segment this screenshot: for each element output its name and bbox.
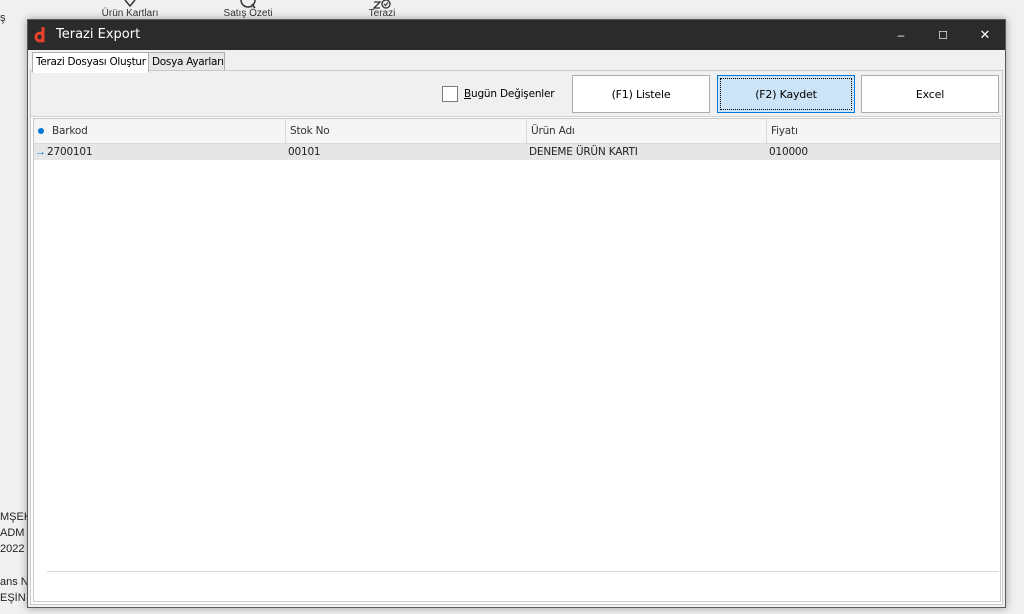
listele-button[interactable]: (F1) Listele <box>572 75 710 113</box>
app-logo-icon <box>34 26 48 43</box>
window-title: Terazi Export <box>56 27 141 42</box>
background-text-fragment: EŞİN - <box>0 592 28 604</box>
background-text-fragment: ADM <box>0 527 25 539</box>
background-text-fragment: 2022 <box>0 543 25 555</box>
checkbox-label-text: ugün Değişenler <box>471 88 555 100</box>
maximize-button[interactable]: ☐ <box>922 20 964 50</box>
terazi-export-window: Terazi Export – ☐ ✕ Terazi Dosyası Oluşt… <box>27 19 1006 608</box>
tab-dosya-ayarlari[interactable]: Dosya Ayarları <box>148 52 225 72</box>
cell-urun-adi[interactable]: DENEME ÜRÜN KARTI <box>527 144 769 160</box>
minimize-button[interactable]: – <box>880 20 922 50</box>
close-button[interactable]: ✕ <box>964 20 1006 50</box>
action-toolbar: Bugün Değişenler (F1) Listele (F2) Kayde… <box>31 71 1002 117</box>
title-bar[interactable]: Terazi Export – ☐ ✕ <box>28 20 1005 50</box>
tab-terazi-dosyasi-olustur[interactable]: Terazi Dosyası Oluştur <box>32 52 149 73</box>
cell-barkod[interactable]: 2700101 <box>45 144 287 160</box>
column-header-stok-no[interactable]: Stok No <box>286 119 527 143</box>
maximize-icon: ☐ <box>938 29 948 42</box>
bugun-degisenler-checkbox[interactable]: Bugün Değişenler <box>442 86 555 102</box>
minimize-icon: – <box>897 28 905 42</box>
cell-fiyati[interactable]: 010000 <box>767 144 999 160</box>
data-grid[interactable]: Barkod Stok No Ürün Adı Fiyatı → 2700101… <box>33 118 1001 602</box>
checkbox-box[interactable] <box>442 86 458 102</box>
background-text-fragment: ş <box>0 12 6 24</box>
tab-panel: Bugün Değişenler (F1) Listele (F2) Kayde… <box>30 70 1003 605</box>
background-toolbar: Ürün Kartları Satış Özeti Terazi <box>0 0 1024 20</box>
grid-header: Barkod Stok No Ürün Adı Fiyatı <box>34 119 1000 144</box>
background-tool-satis-ozeti[interactable]: Satış Özeti <box>218 0 278 19</box>
column-header-urun-adi[interactable]: Ürün Adı <box>527 119 767 143</box>
background-tool-terazi[interactable]: Terazi <box>362 0 402 19</box>
close-icon: ✕ <box>979 27 991 42</box>
background-tool-label: Terazi <box>368 8 396 19</box>
column-header-barkod[interactable]: Barkod <box>48 119 286 143</box>
background-text-fragment: MŞEK <box>0 511 28 523</box>
background-tool-label: Ürün Kartları <box>101 8 159 19</box>
background-tool-label: Satış Özeti <box>223 8 273 19</box>
cell-stok-no[interactable]: 00101 <box>286 144 528 160</box>
background-text-fragment: ans N <box>0 576 28 588</box>
checkbox-label-access-key: B <box>464 88 472 100</box>
kaydet-button[interactable]: (F2) Kaydet <box>717 75 855 113</box>
checkbox-label: Bugün Değişenler <box>464 88 555 100</box>
header-indicator-icon <box>34 119 48 143</box>
excel-button[interactable]: Excel <box>861 75 999 113</box>
background-tool-urun-kartlari[interactable]: Ürün Kartları <box>100 0 160 19</box>
column-header-fiyati[interactable]: Fiyatı <box>767 119 1000 143</box>
grid-footer <box>47 571 999 600</box>
table-row[interactable]: → 2700101 00101 DENEME ÜRÜN KARTI 010000 <box>34 144 1000 160</box>
